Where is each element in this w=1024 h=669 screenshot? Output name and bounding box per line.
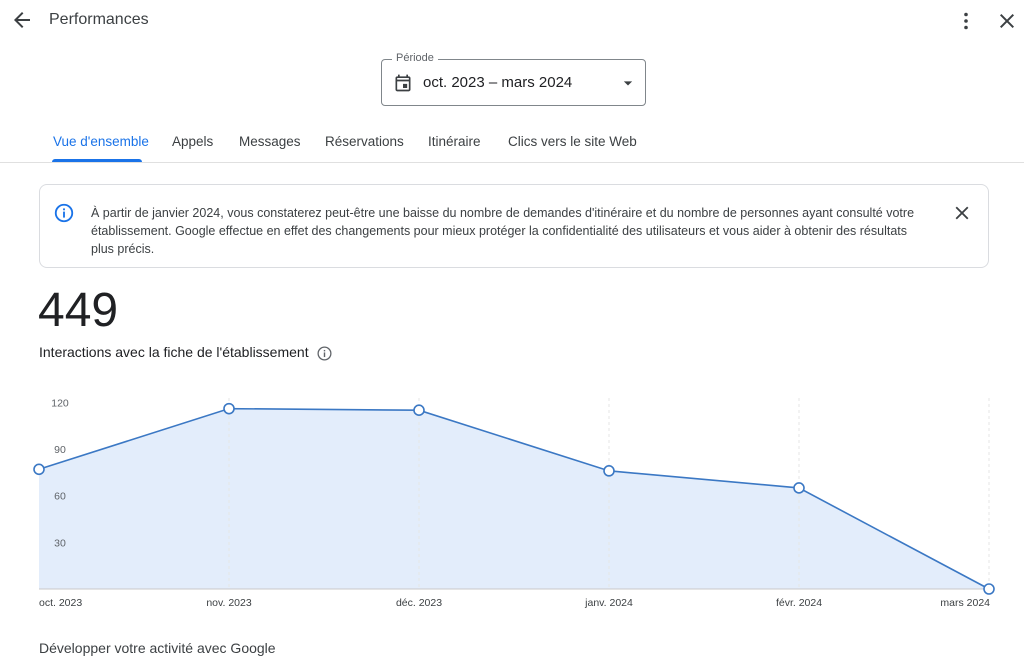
banner-text: À partir de janvier 2024, vous constater… bbox=[91, 206, 915, 256]
more-vert-icon[interactable] bbox=[954, 9, 978, 33]
data-point bbox=[603, 465, 615, 477]
tab-bookings[interactable]: Réservations bbox=[325, 134, 404, 149]
metric-label: Interactions avec la fiche de l'établiss… bbox=[39, 344, 309, 360]
x-tick-label: janv. 2024 bbox=[584, 597, 633, 609]
close-icon[interactable] bbox=[951, 202, 973, 224]
data-point bbox=[33, 463, 45, 476]
y-tick-label: 120 bbox=[51, 397, 69, 409]
data-point bbox=[793, 482, 805, 494]
tab-calls[interactable]: Appels bbox=[172, 134, 213, 149]
y-tick-label: 90 bbox=[54, 444, 66, 456]
arrow-back-icon[interactable] bbox=[10, 8, 34, 32]
x-tick-label: déc. 2023 bbox=[396, 597, 442, 609]
metric-value: 449 bbox=[38, 284, 119, 337]
caret-down-icon bbox=[618, 73, 638, 93]
x-tick-label: oct. 2023 bbox=[39, 597, 82, 609]
top-bar: Performances bbox=[0, 0, 1024, 44]
data-point bbox=[413, 404, 425, 417]
calendar-icon bbox=[393, 73, 413, 93]
tab-directions[interactable]: Itinéraire bbox=[428, 134, 481, 149]
period-value: oct. 2023 – mars 2024 bbox=[423, 74, 573, 91]
y-tick-label: 60 bbox=[54, 491, 66, 503]
close-icon[interactable] bbox=[995, 9, 1019, 33]
data-point bbox=[223, 402, 235, 415]
period-select[interactable]: Période oct. 2023 – mars 2024 bbox=[381, 52, 646, 106]
tab-messages[interactable]: Messages bbox=[239, 134, 301, 149]
info-outline-icon[interactable] bbox=[316, 345, 333, 362]
info-banner: À partir de janvier 2024, vous constater… bbox=[39, 184, 989, 268]
interactions-chart: 30 60 90 120 oct. 2023 nov. 2023 déc. 2023 janv… bbox=[33, 397, 995, 609]
x-tick-label: mars 2024 bbox=[940, 597, 990, 609]
x-tick-label: nov. 2023 bbox=[206, 597, 252, 609]
tab-overview[interactable]: Vue d'ensemble bbox=[53, 134, 149, 149]
page-title: Performances bbox=[49, 11, 149, 28]
section-title: Développer votre activité avec Google bbox=[39, 640, 276, 656]
active-tab-indicator bbox=[52, 159, 142, 162]
period-label: Période bbox=[392, 52, 438, 64]
y-tick-label: 30 bbox=[54, 537, 66, 549]
area-fill bbox=[39, 408, 989, 589]
tab-bar: Vue d'ensemble Appels Messages Réservati… bbox=[0, 122, 1024, 163]
tab-website-clicks[interactable]: Clics vers le site Web bbox=[508, 134, 637, 149]
info-icon bbox=[53, 202, 75, 224]
data-point bbox=[983, 583, 995, 595]
x-tick-label: févr. 2024 bbox=[776, 597, 822, 609]
